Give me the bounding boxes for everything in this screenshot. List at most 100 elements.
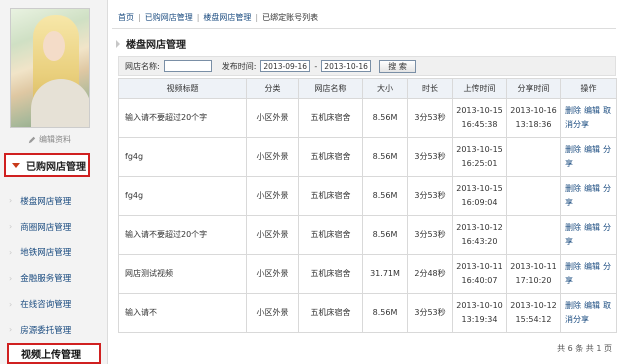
share-date: 2013-10-12 [510, 301, 557, 310]
upload-time: 16:40:07 [461, 276, 498, 285]
shop-name-text: 五机床宿舍 [310, 308, 351, 317]
cell-category: 小区外景 [246, 215, 299, 255]
delete-link[interactable]: 删除 [565, 223, 581, 232]
size-text: 31.71M [370, 269, 400, 278]
size-text: 8.56M [372, 113, 398, 122]
cell-shop: 五机床宿舍 [298, 137, 363, 177]
sidebar-nav: › 楼盘网店管理 › 商圈网店管理 › 地铁网店管理 › 金融服务管理 › 在线咨询管理 … [0, 188, 108, 343]
sidebar-item-metro-shop[interactable]: › 地铁网店管理 [0, 240, 108, 266]
edit-link[interactable]: 编辑 [584, 223, 600, 232]
duration-text: 3分53秒 [414, 230, 446, 239]
video-title: 输入请不 [125, 308, 157, 317]
cell-upload-time: 2013-10-15 16:25:01 [452, 137, 507, 177]
category-text: 小区外景 [256, 113, 289, 122]
cell-share-time [506, 215, 561, 255]
sidebar-item-building-shop[interactable]: › 楼盘网店管理 [0, 188, 108, 214]
table-row: 网店测试视频 小区外景 五机床宿舍 31.71M 2分48秒 2013-10-11 16:4… [118, 254, 617, 294]
cell-ops: 删除 编辑 取消分享 [560, 98, 617, 138]
category-text: 小区外景 [256, 152, 289, 161]
column-header: 分类 [246, 78, 299, 99]
cell-share-time [506, 176, 561, 216]
breadcrumb-home[interactable]: 首页 [118, 12, 134, 23]
delete-link[interactable]: 删除 [565, 145, 581, 154]
category-text: 小区外景 [256, 191, 289, 200]
table-row: fg4g 小区外景 五机床宿舍 8.56M 3分53秒 2013-10-15 16:25:0… [118, 137, 617, 177]
edit-link[interactable]: 编辑 [584, 106, 600, 115]
sidebar-item-consult[interactable]: › 在线咨询管理 [0, 291, 108, 317]
table-header-row: 视频标题 分类 网店名称 大小 时长 上传时间 分享时间 操作 [118, 78, 617, 99]
shop-name-label: 网店名称: [125, 61, 160, 71]
date-to-input[interactable]: 2013-10-16 [321, 60, 372, 72]
bullet-icon: › [9, 247, 13, 257]
sidebar-item-listing-entrust[interactable]: › 房源委托管理 [0, 317, 108, 343]
edit-profile-label: 编辑资料 [39, 135, 71, 144]
cell-category: 小区外景 [246, 176, 299, 216]
delete-link[interactable]: 删除 [565, 262, 581, 271]
sidebar-item-business-district[interactable]: › 商圈网店管理 [0, 214, 108, 240]
category-text: 小区外景 [256, 308, 289, 317]
search-button[interactable]: 搜 索 [379, 59, 416, 73]
cell-ops: 删除 编辑 分享 [560, 215, 617, 255]
cell-duration: 3分53秒 [407, 215, 453, 255]
column-header: 操作 [560, 78, 617, 99]
edit-profile-link[interactable]: 编辑资料 [28, 134, 71, 145]
filter-bar: 网店名称: 发布时间: 2013-09-16 - 2013-10-16 搜 索 [118, 56, 616, 76]
bullet-icon: › [9, 299, 13, 309]
edit-link[interactable]: 编辑 [584, 145, 600, 154]
column-header: 大小 [362, 78, 408, 99]
pagination-summary: 共 6 条 共 1 页 [557, 344, 612, 353]
sidebar-item-finance[interactable]: › 金融服务管理 [0, 265, 108, 291]
video-table: 视频标题 分类 网店名称 大小 时长 上传时间 分享时间 操作 输入请不要超过2… [118, 78, 617, 333]
cell-category: 小区外景 [246, 137, 299, 177]
cell-category: 小区外景 [246, 254, 299, 294]
duration-text: 2分48秒 [414, 269, 446, 278]
delete-link[interactable]: 删除 [565, 184, 581, 193]
sidebar-item-label: 金融服务管理 [20, 274, 72, 285]
bullet-icon: › [9, 196, 13, 206]
cell-upload-time: 2013-10-11 16:40:07 [452, 254, 507, 294]
delete-link[interactable]: 删除 [565, 106, 581, 115]
cell-duration: 2分48秒 [407, 254, 453, 294]
cell-size: 8.56M [362, 137, 408, 177]
video-title: fg4g [125, 191, 144, 200]
upload-time: 13:19:34 [461, 315, 498, 324]
cell-share-time: 2013-10-11 17:10:20 [506, 254, 561, 294]
share-date: 2013-10-11 [510, 262, 557, 271]
edit-link[interactable]: 编辑 [584, 262, 600, 271]
cell-share-time: 2013-10-16 13:18:36 [506, 98, 561, 138]
size-text: 8.56M [372, 308, 398, 317]
upload-time: 16:43:20 [461, 237, 498, 246]
table-row: 输入请不要超过20个字 小区外景 五机床宿舍 8.56M 3分53秒 2013-10-12… [118, 215, 617, 255]
triangle-icon [116, 39, 120, 48]
cell-title: 输入请不 [118, 293, 247, 333]
purchased-shop-menu[interactable]: 已购网店管理 [4, 153, 90, 177]
duration-text: 3分53秒 [414, 308, 446, 317]
breadcrumb-purchased[interactable]: 已购网店管理 [145, 12, 193, 23]
upload-date: 2013-10-15 [456, 145, 503, 154]
date-from-input[interactable]: 2013-09-16 [260, 60, 311, 72]
edit-link[interactable]: 编辑 [584, 301, 600, 310]
breadcrumb-separator: | [196, 13, 200, 22]
pencil-icon [28, 136, 36, 143]
table-row: fg4g 小区外景 五机床宿舍 8.56M 3分53秒 2013-10-15 16:09:0… [118, 176, 617, 216]
cell-title: fg4g [118, 176, 247, 216]
breadcrumb-building-shop[interactable]: 楼盘网店管理 [203, 12, 251, 23]
bullet-icon: › [9, 325, 13, 335]
caret-down-icon [12, 162, 20, 168]
delete-link[interactable]: 删除 [565, 301, 581, 310]
cell-upload-time: 2013-10-15 16:45:38 [452, 98, 507, 138]
sidebar-item-label: 视频上传管理 [21, 350, 81, 361]
sidebar-item-video-upload[interactable]: 视频上传管理 [7, 343, 101, 364]
cell-size: 8.56M [362, 176, 408, 216]
cell-share-time: 2013-10-12 15:54:12 [506, 293, 561, 333]
main-content: 首页 | 已购网店管理 | 楼盘网店管理 | 已绑定账号列表 楼盘网店管理 网店… [108, 0, 620, 364]
share-time: 13:18:36 [515, 120, 552, 129]
cell-title: fg4g [118, 137, 247, 177]
size-text: 8.56M [372, 191, 398, 200]
cell-upload-time: 2013-10-12 16:43:20 [452, 215, 507, 255]
edit-link[interactable]: 编辑 [584, 184, 600, 193]
shop-name-input[interactable] [163, 60, 212, 72]
sidebar-item-label: 在线咨询管理 [20, 300, 72, 311]
breadcrumb-separator: | [255, 13, 259, 22]
cell-title: 输入请不要超过20个字 [118, 215, 247, 255]
